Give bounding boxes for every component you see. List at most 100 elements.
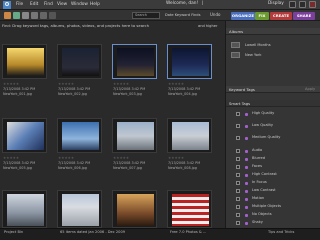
thumbnail-box[interactable] xyxy=(112,44,157,79)
tag-checkbox[interactable] xyxy=(236,189,240,193)
smart-tags-title: Smart Tags xyxy=(229,101,251,106)
tag-checkbox[interactable] xyxy=(236,149,240,153)
photo-thumbnail[interactable] xyxy=(62,194,99,226)
tips-link[interactable]: Tips and Tricks xyxy=(268,230,294,234)
tag-item[interactable]: Audio xyxy=(252,147,262,153)
photo-thumbnail[interactable] xyxy=(7,48,44,76)
thumbnail-box[interactable] xyxy=(57,118,102,153)
tag-icon xyxy=(245,166,248,169)
tag-item[interactable]: In Focus xyxy=(252,179,267,185)
thumbnail-box[interactable] xyxy=(2,118,47,153)
tag-checkbox[interactable] xyxy=(236,165,240,169)
tag-checkbox[interactable] xyxy=(236,173,240,177)
photo-thumbnail[interactable] xyxy=(117,122,154,150)
thumbnail-box[interactable] xyxy=(57,44,102,79)
tag-item[interactable]: High Contrast xyxy=(252,171,277,177)
menu-window[interactable]: Window xyxy=(71,1,88,8)
rating-stars[interactable]: ★★★★★ xyxy=(168,82,184,86)
photo-thumbnail[interactable] xyxy=(62,48,99,76)
tab-fix[interactable]: FIX xyxy=(255,12,269,20)
maximize-button[interactable] xyxy=(299,1,306,8)
tag-checkbox[interactable] xyxy=(236,112,240,116)
photo-filename: NewYork_001.jpg xyxy=(3,92,32,96)
find-bar: Find: Drag keyword tags, albums, photos,… xyxy=(2,22,224,30)
rating-stars[interactable]: ★★★★★ xyxy=(3,82,19,86)
photo-thumbnail[interactable] xyxy=(7,122,44,150)
menu-file[interactable]: File xyxy=(16,1,23,8)
tag-checkbox[interactable] xyxy=(236,157,240,161)
thumbnail-box[interactable] xyxy=(112,118,157,153)
rating-stars[interactable]: ★★★★★ xyxy=(113,156,129,160)
rating-stars[interactable]: ★★★★★ xyxy=(3,156,19,160)
display-menu[interactable]: Display xyxy=(268,1,284,6)
photo-thumbnail[interactable] xyxy=(117,48,154,76)
rating-stars[interactable]: ★★★★★ xyxy=(58,156,74,160)
tag-checkbox[interactable] xyxy=(236,197,240,201)
tab-share[interactable]: SHARE xyxy=(293,12,315,20)
tag-checkbox[interactable] xyxy=(236,213,240,217)
slideshow-icon[interactable] xyxy=(22,12,29,19)
tag-item[interactable]: Low Quality xyxy=(252,122,273,128)
tag-item[interactable]: Blurred xyxy=(252,155,265,161)
tag-checkbox[interactable] xyxy=(236,136,240,140)
import-icon[interactable] xyxy=(4,12,11,19)
photo-icon[interactable] xyxy=(13,12,20,19)
thumbnail-box[interactable] xyxy=(2,190,47,228)
thumbnail-box[interactable] xyxy=(167,44,212,79)
undo-button[interactable]: Undo xyxy=(210,12,220,17)
album-item[interactable]: New York xyxy=(245,52,261,58)
photo-thumbnail[interactable] xyxy=(117,194,154,226)
close-button[interactable] xyxy=(309,1,316,8)
smart-tags-header[interactable]: Smart Tags xyxy=(226,100,320,107)
tag-checkbox[interactable] xyxy=(236,221,240,225)
tag-item[interactable]: Motion xyxy=(252,195,264,201)
rating-stars[interactable]: ★★★★★ xyxy=(113,82,129,86)
tag-icon xyxy=(245,214,248,217)
menu-view[interactable]: View xyxy=(57,1,67,8)
tag-item[interactable]: Medium Quality xyxy=(252,134,280,140)
photo-thumbnail[interactable] xyxy=(172,122,209,150)
view-icon[interactable] xyxy=(31,12,38,19)
tag-checkbox[interactable] xyxy=(236,181,240,185)
menu-help[interactable]: Help xyxy=(90,1,100,8)
tag-item[interactable]: Multiple Objects xyxy=(252,203,281,209)
photo-date: 7/13/2008 3:42 PM xyxy=(168,87,201,91)
tag-icon xyxy=(245,150,248,153)
photo-thumbnail[interactable] xyxy=(7,194,44,226)
album-item[interactable]: Lowell Months xyxy=(245,42,271,48)
tag-icon xyxy=(245,206,248,209)
menu-find[interactable]: Find xyxy=(44,1,53,8)
tag-item[interactable]: No Objects xyxy=(252,211,272,217)
tag-item[interactable]: High Quality xyxy=(252,110,274,116)
tab-organize[interactable]: ORGANIZE xyxy=(231,12,255,20)
project-bin-button[interactable]: Project Bin xyxy=(4,230,23,234)
tag-item[interactable]: Shaky xyxy=(252,219,263,225)
rating-stars[interactable]: ★★★★★ xyxy=(58,82,74,86)
tag-checkbox[interactable] xyxy=(236,205,240,209)
tag-item[interactable]: Faces xyxy=(252,163,262,169)
minimize-button[interactable] xyxy=(289,1,296,8)
thumbnail-box[interactable] xyxy=(167,118,212,153)
photo-date: 7/13/2008 3:42 PM xyxy=(58,87,91,91)
albums-title: Albums xyxy=(229,29,244,34)
rating-stars[interactable]: ★★★★★ xyxy=(168,156,184,160)
album-thumb xyxy=(231,52,240,58)
photo-thumbnail[interactable] xyxy=(172,194,209,226)
tag-checkbox[interactable] xyxy=(236,124,240,128)
tag-item[interactable]: Low Contrast xyxy=(252,187,276,193)
thumbnail-box[interactable] xyxy=(2,44,47,79)
albums-header[interactable]: Albums xyxy=(226,28,320,35)
thumbnail-box[interactable] xyxy=(167,190,212,228)
search-input[interactable]: Search xyxy=(132,12,160,19)
tab-create[interactable]: CREATE xyxy=(270,12,292,20)
menu-edit[interactable]: Edit xyxy=(30,1,38,8)
apply-button[interactable]: Apply xyxy=(305,87,315,91)
smart-tag-icon xyxy=(245,113,248,116)
thumbnail-box[interactable] xyxy=(112,190,157,228)
photo-thumbnail[interactable] xyxy=(62,122,99,150)
date-keyword-finds[interactable]: Date Keyword Finds xyxy=(165,13,200,17)
zoom-icon[interactable] xyxy=(49,12,56,19)
photo-thumbnail[interactable] xyxy=(172,48,209,76)
thumbnail-box[interactable] xyxy=(57,190,102,228)
sort-icon[interactable] xyxy=(40,12,47,19)
